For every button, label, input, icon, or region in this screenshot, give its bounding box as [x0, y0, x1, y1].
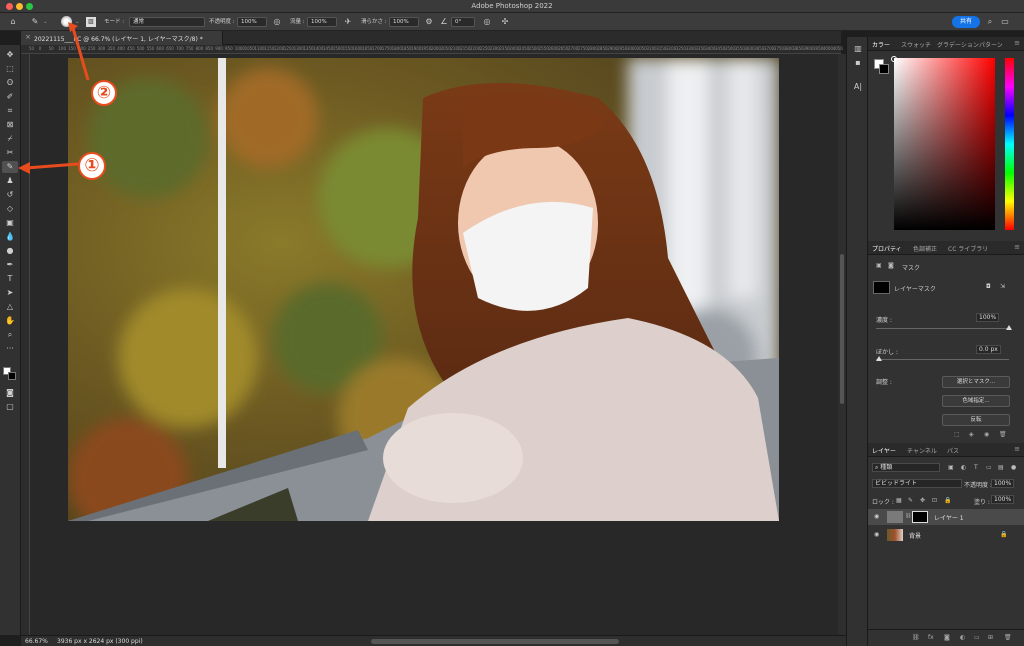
annotation-marker-1: ① — [78, 152, 106, 180]
annotation-arrow-2 — [71, 27, 90, 81]
annotation-marker-2: ② — [91, 80, 117, 106]
annotation-arrows — [18, 22, 90, 174]
annotation-arrowhead-1 — [18, 162, 30, 174]
annotation-arrow-1 — [25, 162, 79, 170]
